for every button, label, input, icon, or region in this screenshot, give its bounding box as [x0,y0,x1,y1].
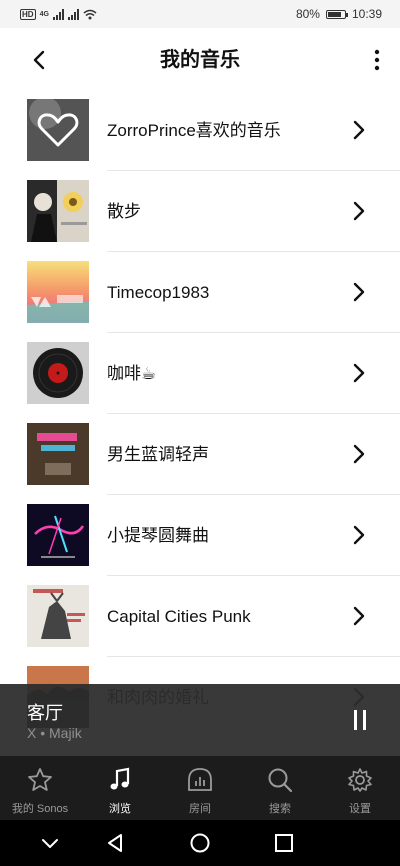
heart-cover [27,99,89,161]
chevron-right-icon [353,363,365,383]
tab-settings[interactable]: 设置 [320,756,400,820]
hide-keyboard-chevron-icon[interactable] [38,831,62,855]
list-item-label: 散步 [107,202,141,221]
network-type-label: 4G [39,10,49,18]
synthwave-sunset-cover [27,261,89,323]
pause-button[interactable] [352,710,368,730]
tab-label: 设置 [349,803,371,815]
tab-search[interactable]: 搜索 [240,756,320,820]
hd-icon: HD [20,8,36,20]
search-icon [268,768,293,793]
girl-sunflower-cover [27,180,89,242]
nav-home-icon[interactable] [188,831,212,855]
list-item-label: 小提琴圆舞曲 [107,526,209,545]
list-item[interactable]: 男生蓝调轻声 [0,414,400,495]
capital-cities-cover [27,585,89,647]
chevron-right-icon [353,606,365,626]
tab-label: 浏览 [109,803,131,815]
list-item[interactable]: Timecop1983 [0,252,400,333]
list-item[interactable]: 咖啡☕ [0,333,400,414]
tab-label: 我的 Sonos [11,803,69,815]
battery-percent: 80% [295,7,320,21]
wifi-icon [83,9,97,19]
nav-recents-icon[interactable] [272,831,296,855]
now-playing-room: 客厅 [27,703,63,723]
clock: 10:39 [351,7,382,21]
signal-icon [52,8,64,20]
tab-rooms[interactable]: 房间 [160,756,240,820]
list-item[interactable]: 散步 [0,171,400,252]
nav-back-icon[interactable] [103,831,127,855]
tab-label: 房间 [189,803,211,815]
star-icon [28,768,52,791]
chevron-right-icon [353,525,365,545]
back-arrow-icon[interactable] [28,48,52,72]
tab-my-sonos[interactable]: 我的 Sonos [0,756,80,820]
status-icons-left: HD 4G [0,8,97,20]
system-navigation-bar [0,820,400,866]
list-item-label: Capital Cities Punk [107,607,251,626]
chevron-right-icon [353,120,365,140]
list-item[interactable]: 小提琴圆舞曲 [0,495,400,576]
battery-icon [325,9,348,19]
list-item[interactable]: ZorroPrince喜欢的音乐 [0,90,400,171]
status-icons-right: 80% 10:39 [296,7,400,21]
chevron-right-icon [353,201,365,221]
page-title: 我的音乐 [160,49,240,71]
list-item-label: ZorroPrince喜欢的音乐 [107,121,281,140]
gear-icon [348,768,372,792]
chevron-right-icon [353,444,365,464]
list-item-label: 咖啡☕ [107,364,157,383]
signal-icon [67,8,79,20]
app-header: 我的音乐 [0,28,400,92]
tab-browse[interactable]: 浏览 [80,756,160,820]
status-bar: HD 4G 80% 10:39 [0,0,400,28]
playlist-list: ZorroPrince喜欢的音乐 散步 Timecop1983 咖啡☕ 男生蓝调… [0,90,400,738]
room-equalizer-icon [188,768,212,791]
neon-night-cover [27,504,89,566]
tab-bar: 我的 Sonos 浏览 房间 搜索 设置 [0,756,400,820]
now-playing-track: X • Majik [27,725,82,741]
music-note-icon [110,767,130,790]
list-item-label: 男生蓝调轻声 [107,445,209,464]
more-options-icon[interactable] [372,46,382,74]
vinyl-record-cover [27,342,89,404]
list-item-label: Timecop1983 [107,283,210,302]
neon-wood-cover [27,423,89,485]
list-item[interactable]: Capital Cities Punk [0,576,400,657]
now-playing-bar[interactable]: 客厅 X • Majik [0,684,400,756]
tab-label: 搜索 [269,803,291,815]
chevron-right-icon [353,282,365,302]
